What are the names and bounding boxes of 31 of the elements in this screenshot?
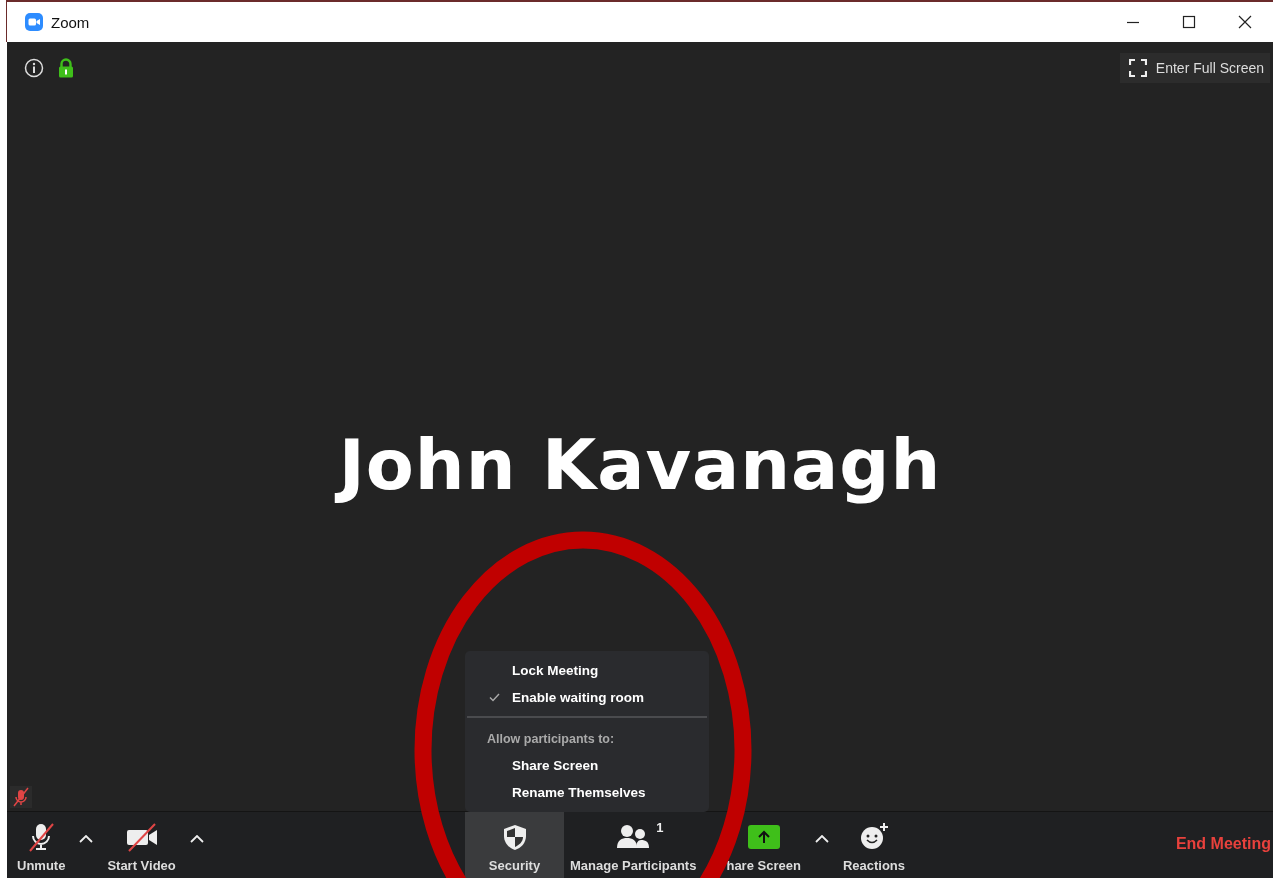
check-icon: [489, 693, 500, 702]
fullscreen-icon: [1128, 59, 1147, 77]
menu-item[interactable]: Enable waiting room: [465, 684, 709, 711]
shield-icon: [501, 823, 528, 851]
lock-icon[interactable]: [58, 58, 74, 78]
caret-icon: [79, 835, 94, 843]
maximize-icon: [1182, 15, 1196, 29]
window-title: Zoom: [51, 13, 90, 31]
info-icon[interactable]: [24, 58, 44, 78]
enter-full-screen-button[interactable]: Enter Full Screen: [1119, 53, 1270, 83]
participant-count: 1: [656, 820, 664, 835]
share-button[interactable]: hare Screen: [720, 812, 807, 878]
mic-icon: [26, 822, 57, 852]
menu-item[interactable]: Lock Meeting: [465, 657, 709, 684]
close-icon: [1238, 15, 1252, 29]
reactions-button[interactable]: Reactions: [836, 812, 911, 878]
menu-item[interactable]: Share Screen: [465, 752, 709, 779]
participants-button[interactable]: 1 Manage Participants: [564, 812, 703, 878]
smiley-icon: [858, 822, 889, 852]
zoom-logo-icon: [25, 13, 43, 31]
end-meeting-button[interactable]: End Meeting: [1175, 835, 1273, 853]
caret-icon: [189, 835, 204, 843]
caret-icon: [814, 835, 829, 843]
menu-header: Allow participants to:: [486, 730, 616, 748]
menu-item[interactable]: Rename Themselves: [465, 779, 709, 806]
mic-button[interactable]: Unmute: [11, 812, 72, 878]
video-camera-icon: [124, 822, 159, 852]
share-screen-icon: [747, 825, 780, 849]
people-icon: [616, 823, 651, 851]
video-button[interactable]: Start Video: [101, 812, 182, 878]
security-button[interactable]: Security: [465, 812, 564, 878]
